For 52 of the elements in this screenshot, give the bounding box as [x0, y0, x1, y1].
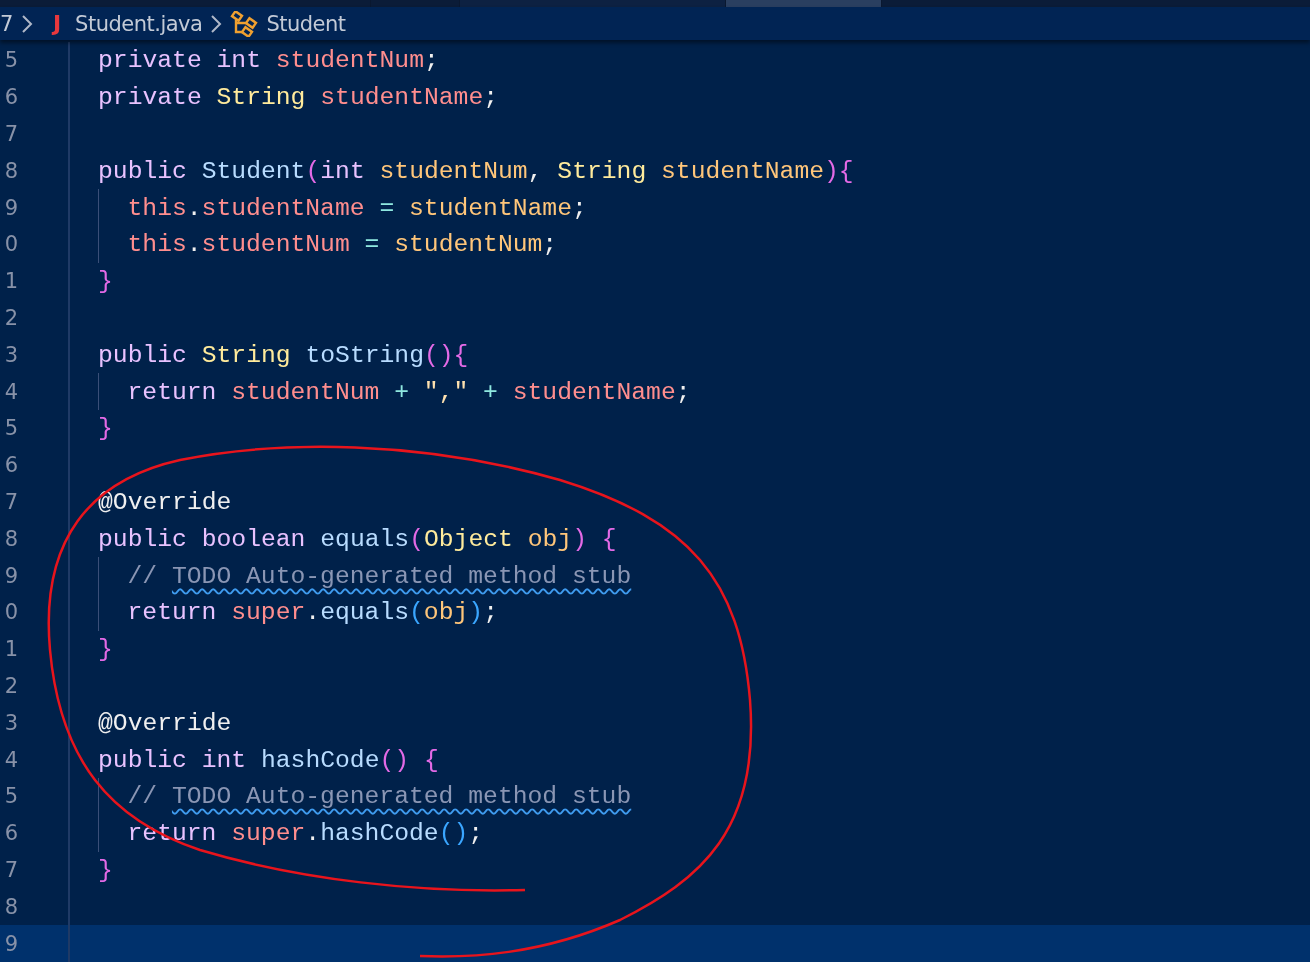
code-line: this.studentNum = studentNum;: [127, 230, 558, 259]
class-structure-icon: [230, 10, 259, 37]
line-number: 4: [3, 379, 18, 404]
line-number: 9: [3, 563, 18, 588]
line-number: 4: [3, 747, 18, 772]
line-number: 5: [3, 416, 18, 441]
code-line: public Student(int studentNum, String studentName){: [98, 156, 854, 185]
code-line: public String toString(){: [98, 340, 469, 369]
line-number: 7: [3, 122, 18, 147]
code-line: }: [98, 267, 113, 296]
line-number: 5: [3, 48, 18, 73]
line-number: 3: [3, 342, 18, 367]
line-number: 1: [3, 269, 18, 294]
line-number: 1: [3, 637, 18, 662]
line-number: 9: [3, 931, 18, 956]
breadcrumb-file[interactable]: Student.java: [75, 11, 203, 36]
code-line: @Override: [98, 488, 232, 517]
line-number: 7: [3, 858, 18, 882]
code-line: }: [98, 856, 113, 884]
code-line: private String studentName;: [98, 83, 499, 112]
code-line: // TODO Auto-generated method stub: [127, 561, 632, 590]
line-number: 8: [3, 894, 18, 919]
code-line: return super.equals(obj);: [127, 598, 498, 627]
chevron-icon: [20, 13, 33, 34]
code-line: this.studentName = studentName;: [127, 193, 587, 222]
line-number: 2: [3, 306, 18, 331]
java-file-icon: J: [52, 11, 62, 37]
line-number: 7: [3, 490, 18, 515]
chevron-icon: [210, 13, 223, 34]
line-number: 8: [3, 158, 18, 183]
line-number: 8: [3, 526, 18, 551]
code-line: }: [98, 414, 113, 443]
line-number: 2: [3, 674, 18, 698]
code-line: private int studentNum;: [98, 46, 439, 75]
editor-tab[interactable]: [460, 0, 726, 8]
code-line: public boolean equals(Object obj) {: [98, 524, 617, 553]
code-line: // TODO Auto-generated method stub: [127, 782, 632, 811]
line-number: 5: [3, 784, 18, 809]
line-number: 9: [3, 195, 18, 220]
code-line: public int hashCode() {: [98, 745, 439, 774]
line-number: 6: [3, 85, 18, 110]
line-number: 6: [3, 821, 18, 846]
line-number: 6: [3, 453, 18, 478]
breadcrumb-folder[interactable]: 7: [0, 11, 13, 36]
code-line: return studentNum + "," + studentName;: [127, 377, 691, 406]
line-number: 0: [3, 600, 18, 625]
line-number: 0: [3, 232, 18, 257]
line-number: 3: [3, 710, 18, 735]
code-line: @Override: [98, 708, 232, 737]
editor-tab[interactable]: [726, 0, 882, 8]
breadcrumb-symbol[interactable]: Student: [266, 11, 346, 36]
code-line: }: [98, 635, 113, 664]
